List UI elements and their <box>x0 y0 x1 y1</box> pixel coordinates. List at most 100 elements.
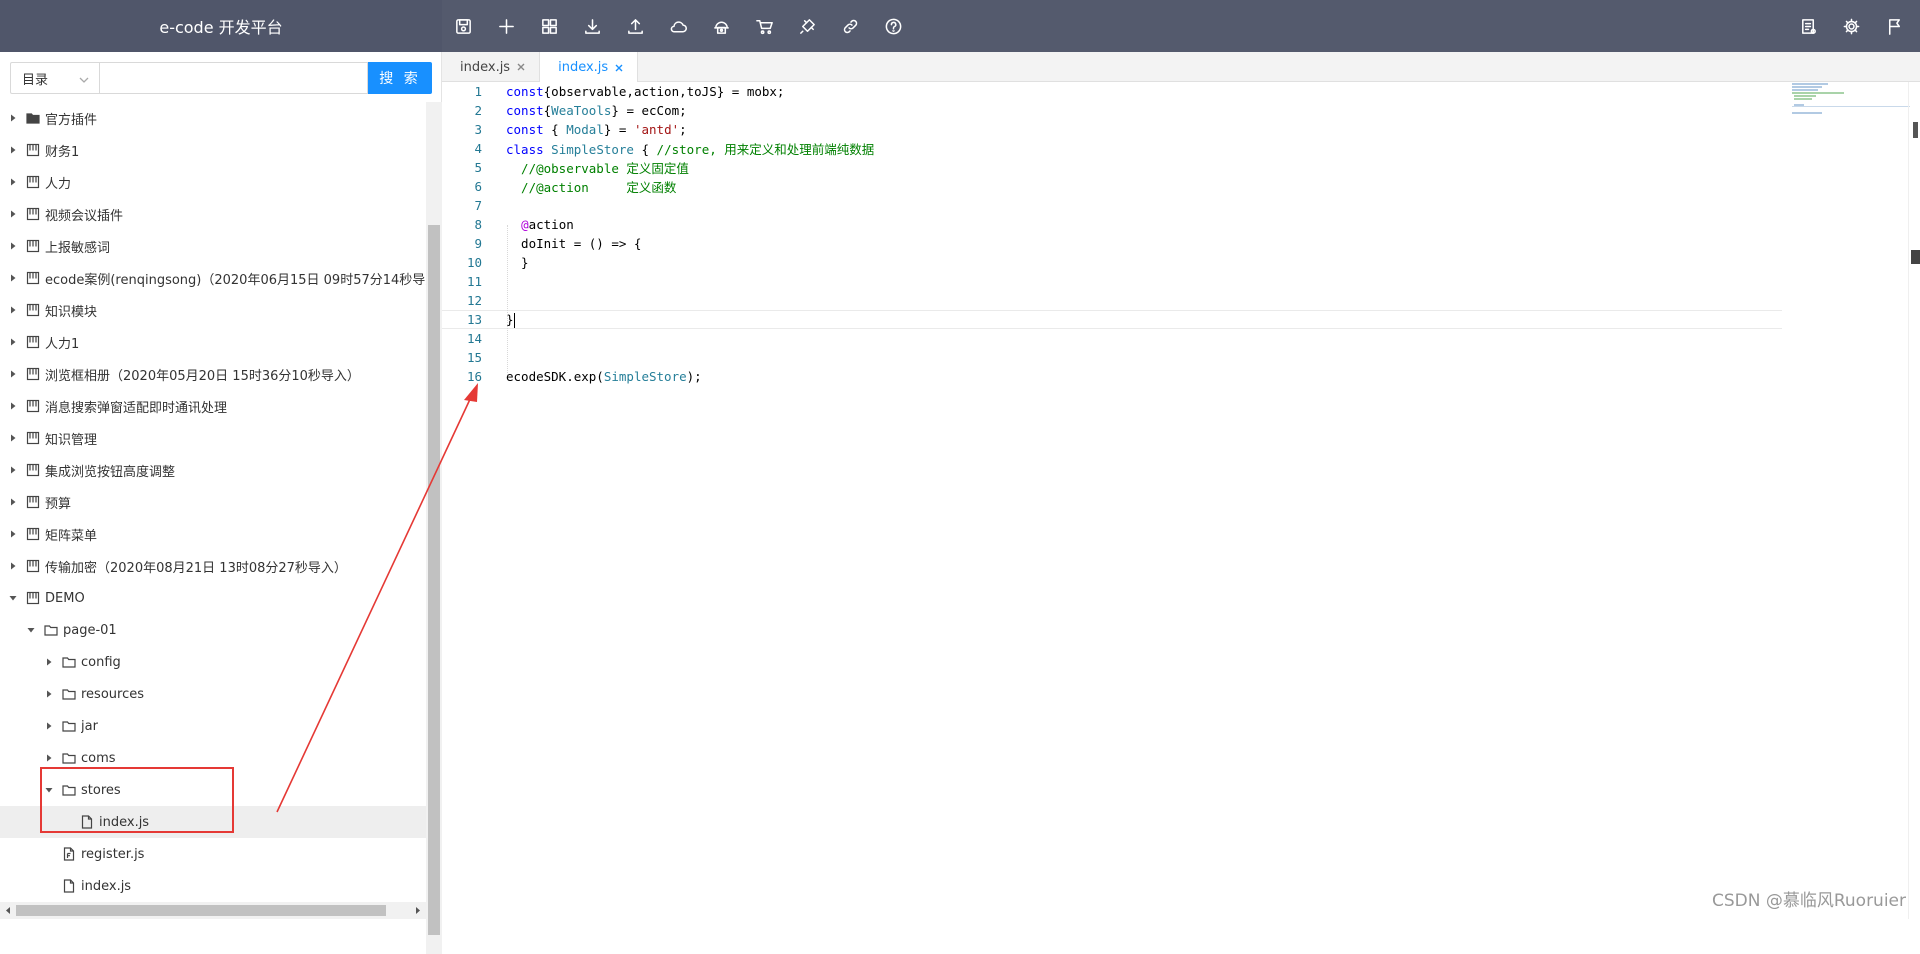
caret-right-icon[interactable] <box>6 463 20 477</box>
download-icon[interactable] <box>571 0 614 52</box>
code-editor[interactable]: 1const{observable,action,toJS} = mobx;2c… <box>442 82 1920 919</box>
tree-item[interactable]: 知识模块 <box>0 294 426 326</box>
tree-item[interactable]: register.js <box>0 838 426 870</box>
tree-item[interactable]: DEMO <box>0 582 426 614</box>
code-line[interactable]: 16ecodeSDK.exp(SimpleStore); <box>442 367 1782 386</box>
caret-right-icon[interactable] <box>6 239 20 253</box>
code-line[interactable]: 2const{WeaTools} = ecCom; <box>442 101 1782 120</box>
editor-scrollbar[interactable] <box>1908 82 1920 919</box>
tree-item[interactable]: 知识管理 <box>0 422 426 454</box>
scroll-right-arrow-icon[interactable] <box>413 905 423 916</box>
tree-item[interactable]: jar <box>0 710 426 742</box>
tree-item[interactable]: 矩阵菜单 <box>0 518 426 550</box>
code-line[interactable]: 13} <box>442 310 1782 329</box>
save-icon[interactable] <box>442 0 485 52</box>
code-line[interactable]: 10 } <box>442 253 1782 272</box>
tree-item[interactable]: ecode案例(renqingsong)（2020年06月15日 09时57分1… <box>0 262 426 294</box>
cart-icon[interactable] <box>743 0 786 52</box>
caret-right-icon[interactable] <box>42 687 56 701</box>
caret-right-icon[interactable] <box>6 527 20 541</box>
code-line[interactable]: 14 <box>442 329 1782 348</box>
editor-tab[interactable]: index.js <box>442 52 540 82</box>
tree-item[interactable]: 消息搜索弹窗适配即时通讯处理 <box>0 390 426 422</box>
caret-down-icon[interactable] <box>24 623 38 637</box>
tree-item[interactable]: page-01 <box>0 614 426 646</box>
tree-horizontal-scroll-thumb[interactable] <box>16 905 386 916</box>
code-token: class <box>506 142 544 157</box>
tree-item[interactable]: 传输加密（2020年08月21日 13时08分27秒导入） <box>0 550 426 582</box>
tree-item[interactable]: 上报敏感词 <box>0 230 426 262</box>
code-line[interactable]: 1const{observable,action,toJS} = mobx; <box>442 82 1782 101</box>
search-button[interactable]: 搜 索 <box>368 62 432 94</box>
tree-item[interactable]: 视频会议插件 <box>0 198 426 230</box>
tree-item[interactable]: coms <box>0 742 426 774</box>
gear-icon[interactable] <box>1830 0 1873 52</box>
caret-right-icon[interactable] <box>6 303 20 317</box>
tree-item[interactable]: 人力1 <box>0 326 426 358</box>
editor-minimap[interactable] <box>1792 82 1892 192</box>
plus-icon[interactable] <box>485 0 528 52</box>
tree-item[interactable]: index.js <box>0 806 426 838</box>
caret-right-icon[interactable] <box>6 559 20 573</box>
caret-down-icon[interactable] <box>42 783 56 797</box>
caret-right-icon[interactable] <box>6 271 20 285</box>
code-line[interactable]: 5 //@observable 定义固定值 <box>442 158 1782 177</box>
caret-right-icon[interactable] <box>6 399 20 413</box>
code-token: const <box>506 122 544 137</box>
caret-right-icon[interactable] <box>6 367 20 381</box>
code-line[interactable]: 9 doInit = () => { <box>442 234 1782 253</box>
code-line[interactable]: 7 <box>442 196 1782 215</box>
flag-icon[interactable] <box>1873 0 1916 52</box>
help-icon[interactable] <box>872 0 915 52</box>
tree-item[interactable]: index.js <box>0 870 426 902</box>
caret-right-icon[interactable] <box>6 143 20 157</box>
code-token: } <box>506 255 529 270</box>
code-line[interactable]: 11 <box>442 272 1782 291</box>
caret-right-icon[interactable] <box>42 751 56 765</box>
tree-item[interactable]: stores <box>0 774 426 806</box>
grid-icon[interactable] <box>528 0 571 52</box>
upload-icon[interactable] <box>614 0 657 52</box>
caret-right-icon[interactable] <box>6 431 20 445</box>
caret-right-icon[interactable] <box>6 335 20 349</box>
tree-item[interactable]: 集成浏览按钮高度调整 <box>0 454 426 486</box>
link-icon[interactable] <box>829 0 872 52</box>
search-input[interactable] <box>99 62 368 94</box>
tree-item[interactable]: 预算 <box>0 486 426 518</box>
cloud-lock-icon[interactable] <box>700 0 743 52</box>
caret-right-icon[interactable] <box>42 655 56 669</box>
tree-item[interactable]: 人力 <box>0 166 426 198</box>
close-icon[interactable] <box>614 63 624 73</box>
code-line[interactable]: 3const { Modal} = 'antd'; <box>442 120 1782 139</box>
tree-item[interactable]: config <box>0 646 426 678</box>
tree-item-label: 知识模块 <box>45 301 97 320</box>
caret-right-icon[interactable] <box>42 719 56 733</box>
code-line[interactable]: 15 <box>442 348 1782 367</box>
code-line[interactable]: 4class SimpleStore { //store, 用来定义和处理前端纯… <box>442 139 1782 158</box>
editor-tab[interactable]: index.js <box>540 52 638 83</box>
line-number: 10 <box>442 255 482 270</box>
code-line[interactable]: 6 //@action 定义函数 <box>442 177 1782 196</box>
code-token: SimpleStore <box>551 142 634 157</box>
caret-down-icon[interactable] <box>6 591 20 605</box>
cloud-icon[interactable] <box>657 0 700 52</box>
tree-item[interactable]: 财务1 <box>0 134 426 166</box>
tree-vertical-scroll-thumb[interactable] <box>428 225 440 935</box>
document-icon[interactable] <box>1787 0 1830 52</box>
tree-item[interactable]: 官方插件 <box>0 102 426 134</box>
scroll-left-arrow-icon[interactable] <box>3 905 13 916</box>
caret-right-icon[interactable] <box>6 495 20 509</box>
caret-right-icon[interactable] <box>6 207 20 221</box>
caret-right-icon[interactable] <box>6 175 20 189</box>
module-icon <box>26 399 40 413</box>
caret-right-icon[interactable] <box>6 111 20 125</box>
code-line[interactable]: 8 @action <box>442 215 1782 234</box>
close-icon[interactable] <box>516 62 526 72</box>
code-line[interactable]: 12 <box>442 291 1782 310</box>
tree-item-label: DEMO <box>45 591 85 606</box>
plugin-icon[interactable] <box>786 0 829 52</box>
tree-item[interactable]: 浏览框相册（2020年05月20日 15时36分10秒导入） <box>0 358 426 390</box>
directory-select[interactable]: 目录 <box>10 62 99 94</box>
tree-item[interactable]: resources <box>0 678 426 710</box>
code-token: { <box>544 122 567 137</box>
